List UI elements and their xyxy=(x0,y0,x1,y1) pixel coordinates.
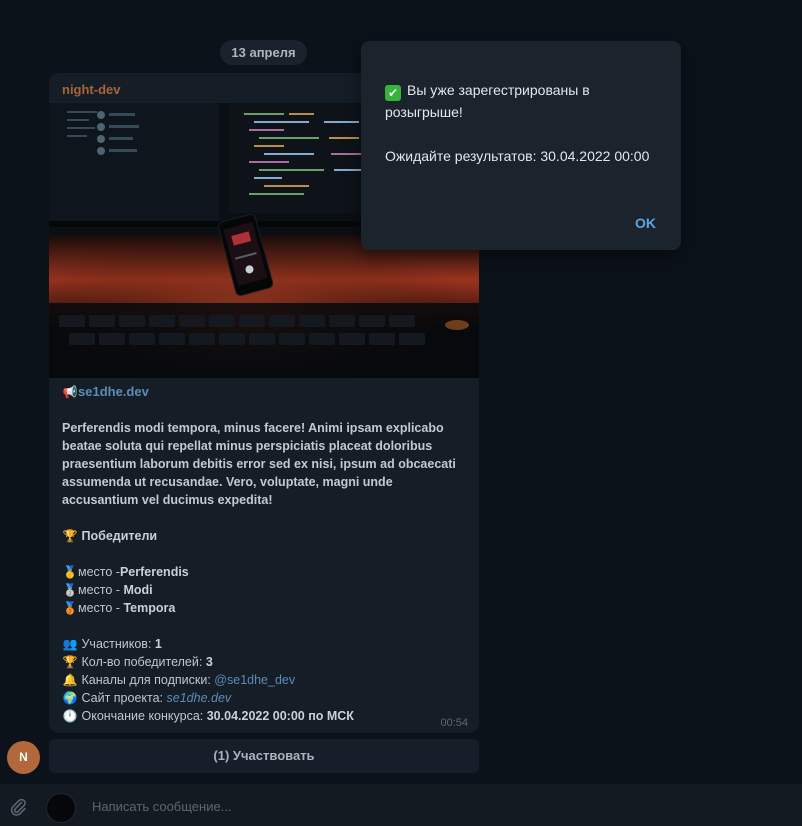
clock-icon: 🕛 xyxy=(62,709,78,723)
message-body: 📢se1dhe.dev Perferendis modi tempora, mi… xyxy=(62,383,472,725)
place-row-1: 🥇место -Perferendis xyxy=(62,565,189,579)
sender-name[interactable]: night-dev xyxy=(62,82,121,97)
paperclip-icon[interactable] xyxy=(8,796,28,816)
bronze-medal-icon: 🥉 xyxy=(62,601,78,615)
channels-row: 🔔 Каналы для подписки: @se1dhe_dev xyxy=(62,673,296,687)
winners-heading: Победители xyxy=(81,529,158,543)
participants-row: 👥 Участников: 1 xyxy=(62,637,162,651)
site-row: 🌍 Сайт проекта: se1dhe.dev xyxy=(62,691,232,705)
trophy-icon: 🏆 xyxy=(62,655,78,669)
check-icon: ✔ xyxy=(385,85,401,101)
site-link[interactable]: se1dhe.dev xyxy=(167,691,232,705)
popup-line-2: Ожидайте результатов: 30.04.2022 00:00 xyxy=(385,148,650,164)
end-date-row: 🕛 Окончание конкурса: 30.04.2022 00:00 п… xyxy=(62,709,354,723)
popup-text: ✔ Вы уже зарегестрированы в розыгрыше! Ож… xyxy=(385,79,655,167)
globe-icon: 🌍 xyxy=(62,691,78,705)
winners-count-row: 🏆 Кол-во победителей: 3 xyxy=(62,655,213,669)
place-row-3: 🥉место - Tempora xyxy=(62,601,176,615)
preview-link-title[interactable]: se1dhe.dev xyxy=(78,384,149,399)
bell-icon: 🔔 xyxy=(62,673,78,687)
place-row-2: 🥈место - Modi xyxy=(62,583,153,597)
participate-button[interactable]: (1) Участвовать xyxy=(49,739,479,773)
gold-medal-icon: 🥇 xyxy=(62,565,78,579)
megaphone-icon: 📢 xyxy=(62,385,78,399)
ok-button[interactable]: OK xyxy=(635,215,656,231)
message-input[interactable] xyxy=(90,795,734,817)
avatar[interactable]: N xyxy=(7,741,40,774)
silver-medal-icon: 🥈 xyxy=(62,583,78,597)
bot-avatar[interactable] xyxy=(46,793,76,823)
date-separator: 13 апреля xyxy=(220,40,307,65)
trophy-icon: 🏆 xyxy=(62,529,78,543)
popup-line-1: Вы уже зарегестрированы в розыгрыше! xyxy=(385,82,590,120)
channel-mention-link[interactable]: @se1dhe_dev xyxy=(214,673,295,687)
message-time: 00:54 xyxy=(440,717,468,729)
alert-popup: ✔ Вы уже зарегестрированы в розыгрыше! Ож… xyxy=(361,41,681,250)
people-icon: 👥 xyxy=(62,637,78,651)
description-paragraph: Perferendis modi tempora, minus facere! … xyxy=(62,421,456,507)
message-composer xyxy=(0,784,802,826)
